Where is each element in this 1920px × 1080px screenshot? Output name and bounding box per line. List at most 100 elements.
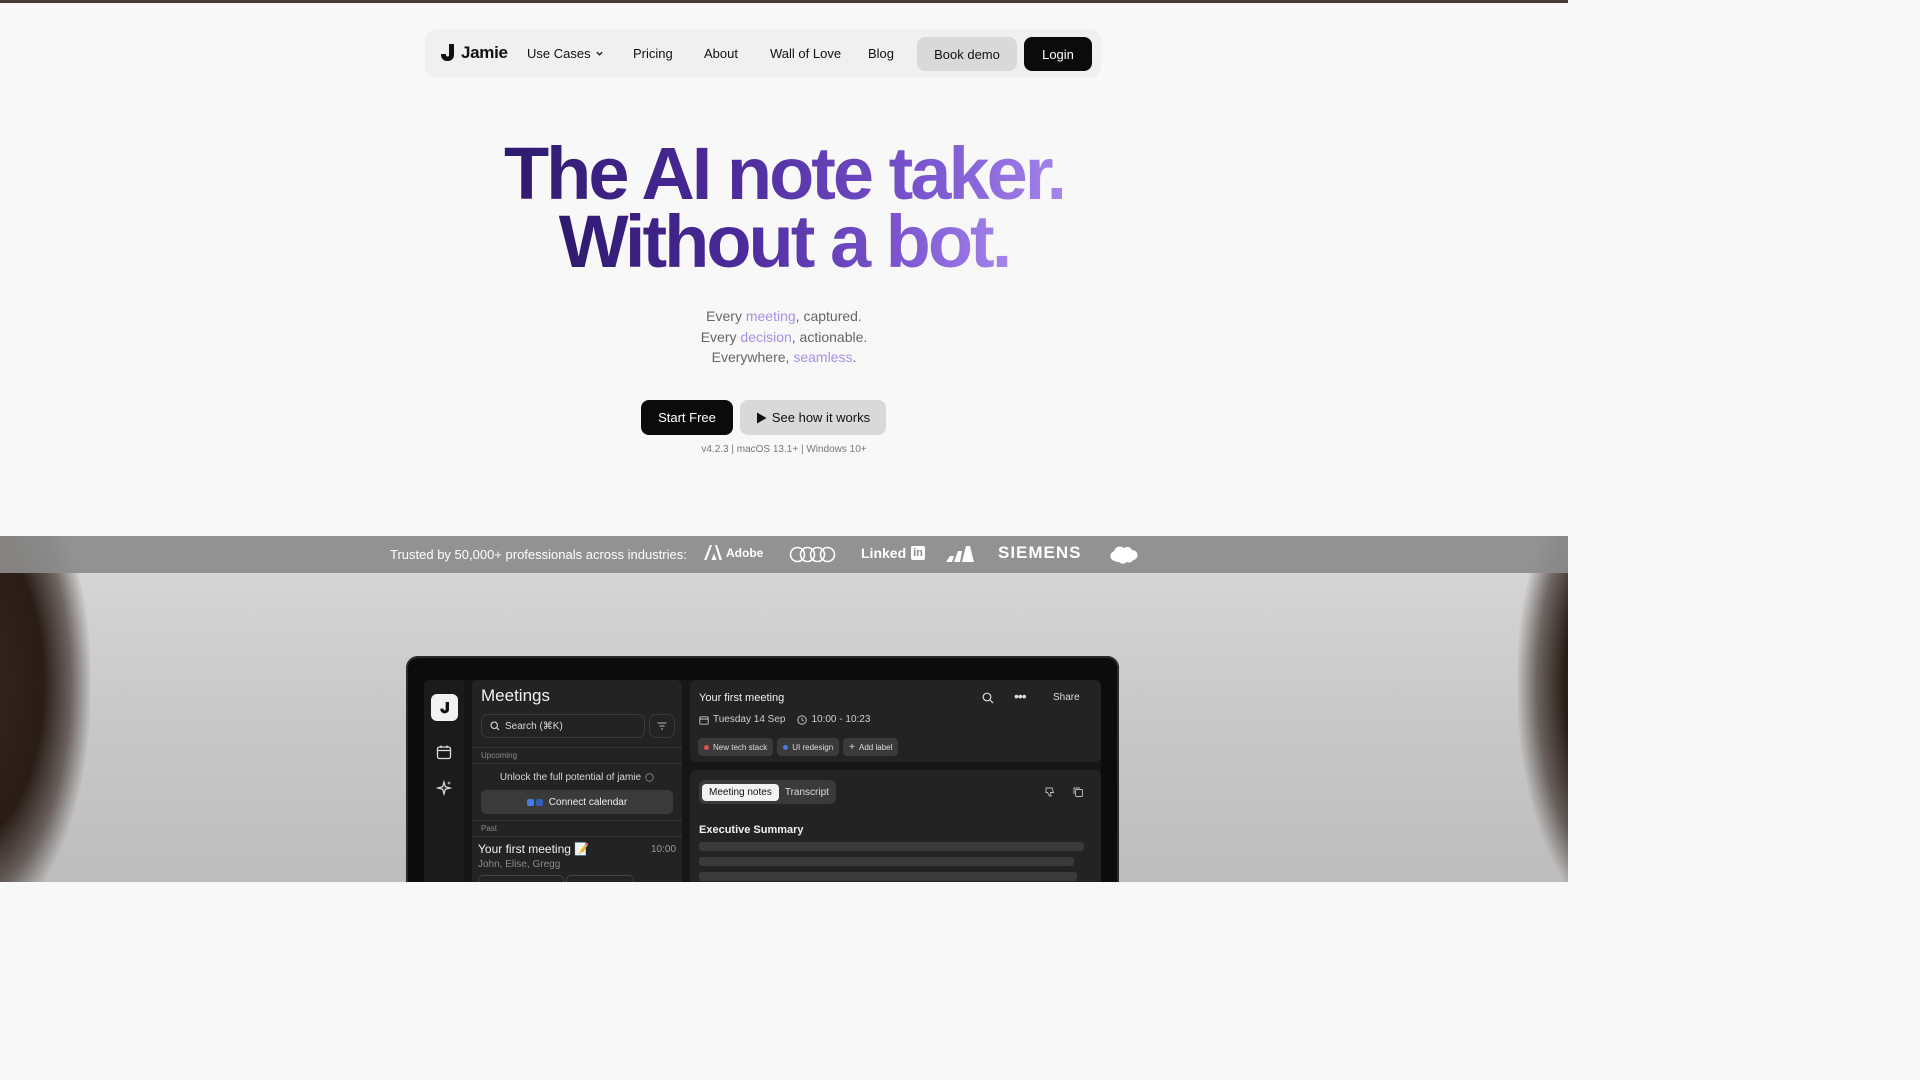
add-label-button[interactable]: + Add label bbox=[843, 738, 899, 756]
calendar-provider-icons bbox=[526, 798, 543, 806]
calendar-icon[interactable] bbox=[436, 744, 452, 760]
trust-text: Trusted by 50,000+ professionals across … bbox=[390, 547, 687, 562]
tab-meeting-notes[interactable]: Meeting notes bbox=[702, 783, 779, 801]
plus-icon: + bbox=[849, 741, 856, 753]
see-how-label: See how it works bbox=[771, 410, 871, 425]
meetings-search-input[interactable]: Search (⌘K) bbox=[481, 714, 645, 738]
hero-photo: Trusted by 50,000+ professionals across … bbox=[0, 536, 1568, 882]
app-sidebar-rail bbox=[424, 680, 464, 882]
salesforce-logo bbox=[1108, 544, 1138, 564]
sparkles-icon[interactable] bbox=[436, 780, 452, 796]
book-demo-button[interactable]: Book demo bbox=[917, 37, 1017, 71]
play-icon bbox=[756, 412, 767, 423]
tab-transcript[interactable]: Transcript bbox=[781, 784, 833, 801]
placeholder-line bbox=[699, 857, 1074, 866]
siemens-logo: SIEMENS bbox=[998, 543, 1082, 562]
adobe-icon bbox=[704, 545, 722, 560]
placeholder-line bbox=[699, 872, 1077, 881]
subtitle-line-3: Everywhere, seamless. bbox=[0, 347, 1568, 368]
chevron-down-icon bbox=[595, 51, 603, 56]
tag-new-tech-stack[interactable]: New tech stack bbox=[698, 738, 774, 756]
unlock-label: Unlock the full potential of jamie bbox=[499, 772, 642, 783]
adobe-logo: Adobe bbox=[704, 545, 763, 560]
tag-label: UI redesign bbox=[792, 742, 834, 752]
tag-ui-redesign[interactable]: UI redesign bbox=[777, 738, 840, 756]
main-nav: Jamie Use Cases Pricing About Wall of Lo… bbox=[425, 29, 1101, 78]
sub-text: , actionable. bbox=[791, 328, 868, 345]
search-placeholder: Search (⌘K) bbox=[505, 720, 563, 732]
calendar-icon bbox=[699, 715, 709, 725]
adobe-text: Adobe bbox=[726, 545, 764, 560]
meeting-detail-header: Your first meeting ••• Share Tuesday 14 … bbox=[690, 680, 1101, 762]
nav-blog[interactable]: Blog bbox=[868, 46, 894, 61]
thumbs-down-icon[interactable] bbox=[1044, 786, 1056, 798]
placeholder-line bbox=[699, 842, 1084, 851]
person-head-right bbox=[1518, 536, 1568, 882]
brand-logo[interactable]: Jamie bbox=[439, 43, 508, 63]
connect-calendar-label: Connect calendar bbox=[548, 796, 628, 808]
filter-button[interactable] bbox=[649, 714, 675, 738]
subtitle-line-2: Every decision, actionable. bbox=[0, 327, 1568, 348]
nav-about[interactable]: About bbox=[704, 46, 738, 61]
tag-label: New tech stack bbox=[713, 742, 768, 752]
nav-use-cases[interactable]: Use Cases bbox=[527, 46, 604, 61]
divider bbox=[472, 747, 682, 748]
linkedin-in-box: in bbox=[911, 546, 925, 560]
adidas-stripes-icon bbox=[946, 546, 974, 562]
divider bbox=[472, 820, 682, 821]
filter-icon bbox=[657, 722, 667, 730]
unlock-text: Unlock the full potential of jamie bbox=[472, 772, 682, 783]
trust-bar: Trusted by 50,000+ professionals across … bbox=[0, 536, 1568, 573]
more-options-icon[interactable]: ••• bbox=[1014, 688, 1027, 704]
add-label-text: Add label bbox=[859, 742, 893, 752]
meeting-item-participants: John, Elise, Gregg bbox=[478, 859, 561, 870]
share-button[interactable]: Share bbox=[1053, 692, 1080, 703]
meeting-notes-panel: Meeting notes Transcript Executive Summa… bbox=[690, 770, 1101, 882]
meetings-title: Meetings bbox=[481, 686, 550, 705]
meeting-item-title[interactable]: Your first meeting 📝 bbox=[478, 842, 589, 856]
executive-summary-heading: Executive Summary bbox=[699, 824, 804, 836]
sub-text: . bbox=[852, 349, 857, 365]
divider bbox=[472, 836, 682, 837]
person-head-left bbox=[0, 536, 90, 882]
meeting-time-range: 10:00 - 10:23 bbox=[811, 714, 871, 725]
connect-calendar-button[interactable]: Connect calendar bbox=[481, 790, 673, 814]
jamie-logo-icon bbox=[439, 701, 449, 713]
audi-logo bbox=[789, 546, 836, 563]
sub-text: Every bbox=[706, 308, 746, 324]
meeting-chip bbox=[566, 875, 634, 882]
clock-icon bbox=[797, 714, 808, 725]
search-icon bbox=[490, 721, 500, 731]
hero-line-2: Without a bot. bbox=[558, 200, 1013, 283]
copy-icon[interactable] bbox=[1072, 786, 1084, 798]
version-info: v4.2.3 | macOS 13.1+ | Windows 10+ bbox=[701, 444, 867, 455]
login-button[interactable]: Login bbox=[1024, 37, 1092, 71]
jamie-logo-icon bbox=[441, 44, 454, 61]
see-how-it-works-button[interactable]: See how it works bbox=[740, 400, 886, 435]
hero-headline: The AI note taker. Without a bot. bbox=[0, 137, 1568, 279]
linkedin-text: Linked bbox=[861, 545, 907, 561]
laptop-frame: Meetings Search (⌘K) Upcoming Unlock the… bbox=[406, 656, 1119, 882]
meeting-date: Tuesday 14 Sep bbox=[713, 714, 786, 725]
sub-highlight: seamless bbox=[793, 349, 853, 365]
sub-highlight: meeting bbox=[745, 308, 796, 324]
search-icon[interactable] bbox=[982, 692, 994, 704]
sub-text: Every bbox=[700, 328, 741, 345]
meeting-chip bbox=[478, 875, 564, 882]
nav-pricing[interactable]: Pricing bbox=[633, 46, 673, 61]
help-circle-icon[interactable] bbox=[645, 773, 654, 782]
salesforce-cloud-icon bbox=[1110, 546, 1138, 564]
divider bbox=[472, 763, 682, 764]
start-free-button[interactable]: Start Free bbox=[641, 400, 733, 435]
upcoming-label: Upcoming bbox=[481, 751, 518, 760]
adidas-logo bbox=[946, 546, 974, 562]
tag-color-dot bbox=[704, 744, 709, 750]
app-logo-button[interactable] bbox=[431, 694, 458, 721]
meeting-meta: Tuesday 14 Sep 10:00 - 10:23 bbox=[699, 714, 870, 725]
sub-text: , captured. bbox=[795, 308, 862, 324]
notes-tabs: Meeting notes Transcript bbox=[699, 780, 836, 804]
nav-wall-of-love[interactable]: Wall of Love bbox=[770, 46, 841, 61]
linkedin-logo: Linked in bbox=[861, 545, 925, 561]
app-screen: Meetings Search (⌘K) Upcoming Unlock the… bbox=[424, 680, 1101, 882]
brand-name: Jamie bbox=[461, 43, 508, 62]
